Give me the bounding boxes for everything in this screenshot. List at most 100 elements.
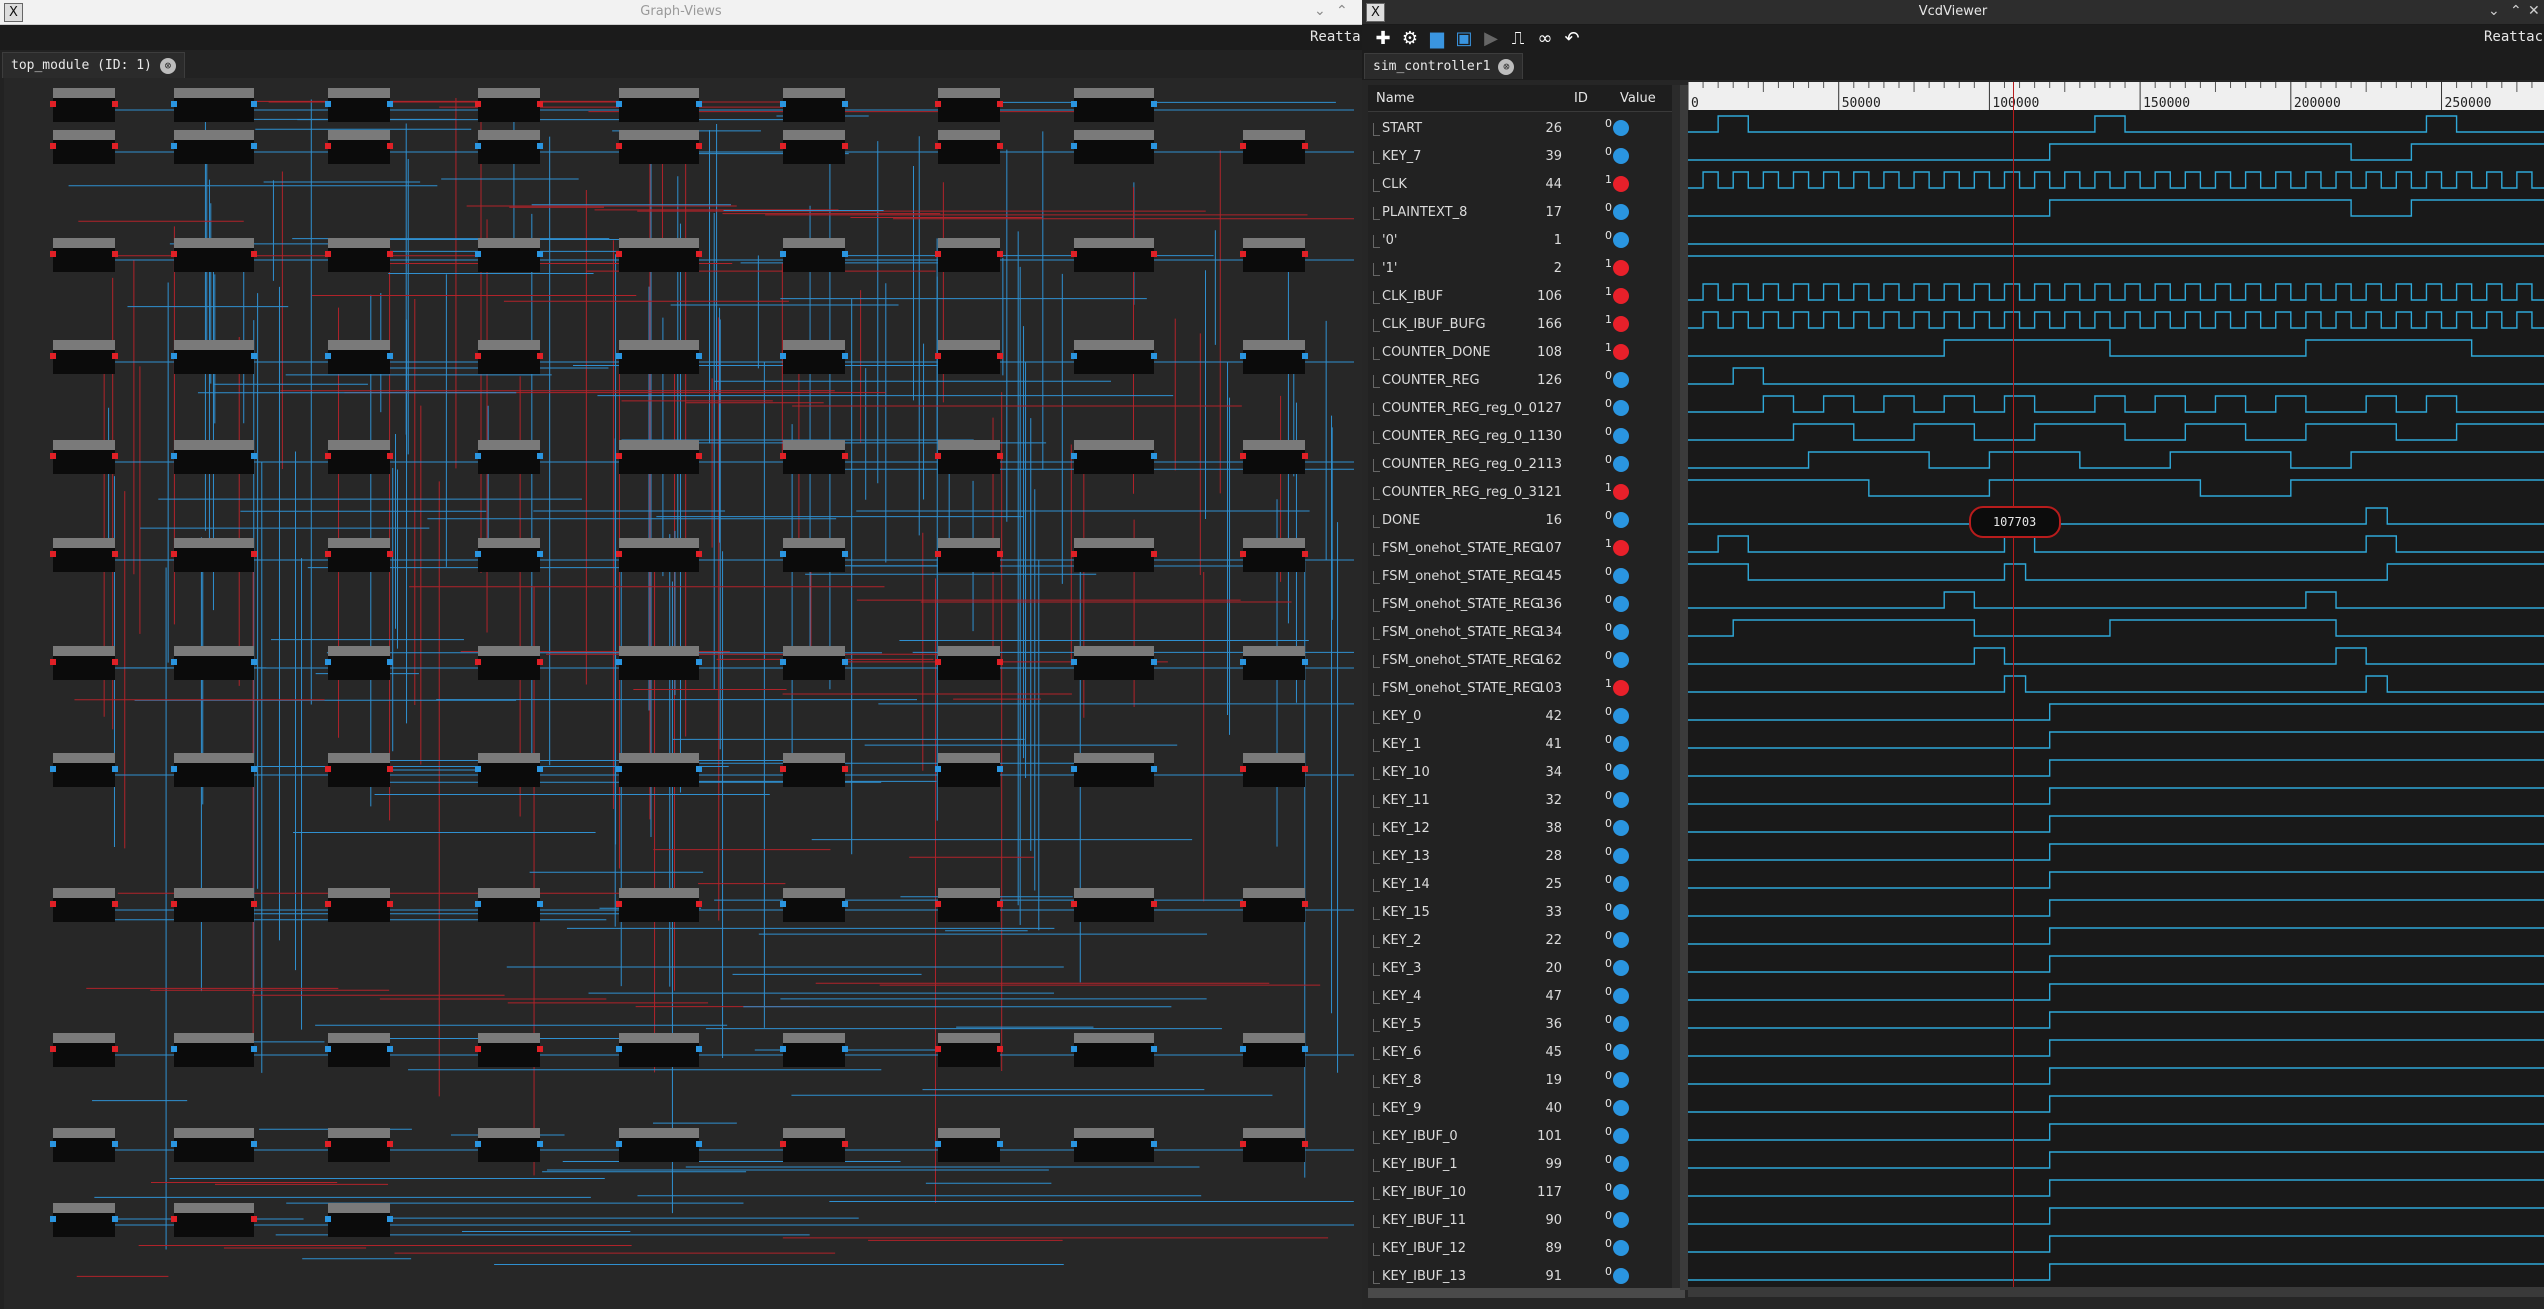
netlist-cell[interactable]	[171, 440, 257, 474]
output-pin[interactable]	[537, 251, 543, 257]
output-pin[interactable]	[842, 143, 848, 149]
signal-row[interactable]: COUNTER_REG_reg_0_2 113 0	[1368, 451, 1685, 479]
input-pin[interactable]	[325, 353, 331, 359]
output-pin[interactable]	[387, 766, 393, 772]
signal-row[interactable]: '1' 2 1	[1368, 255, 1685, 283]
input-pin[interactable]	[475, 453, 481, 459]
input-pin[interactable]	[780, 1141, 786, 1147]
input-pin[interactable]	[616, 101, 622, 107]
output-pin[interactable]	[696, 143, 702, 149]
output-pin[interactable]	[1151, 766, 1157, 772]
signal-row[interactable]: KEY_0 42 0	[1368, 703, 1685, 731]
input-pin[interactable]	[935, 143, 941, 149]
input-pin[interactable]	[50, 766, 56, 772]
netlist-cell[interactable]	[616, 538, 702, 572]
netlist-cell[interactable]	[1071, 88, 1157, 122]
signal-row[interactable]: KEY_IBUF_12 89 0	[1368, 1235, 1685, 1263]
input-pin[interactable]	[780, 766, 786, 772]
tab-close-icon[interactable]: ⊗	[1498, 58, 1515, 75]
netlist-cell[interactable]	[616, 1033, 702, 1067]
input-pin[interactable]	[325, 1141, 331, 1147]
netlist-cell[interactable]	[1240, 340, 1308, 374]
input-pin[interactable]	[50, 101, 56, 107]
signal-row[interactable]: COUNTER_REG 126 0	[1368, 367, 1685, 395]
input-pin[interactable]	[50, 1141, 56, 1147]
netlist-cell[interactable]	[935, 1033, 1003, 1067]
input-pin[interactable]	[50, 143, 56, 149]
output-pin[interactable]	[1302, 901, 1308, 907]
signal-row[interactable]: KEY_6 45 0	[1368, 1039, 1685, 1067]
input-pin[interactable]	[616, 766, 622, 772]
input-pin[interactable]	[1071, 551, 1077, 557]
netlist-cell[interactable]	[325, 646, 393, 680]
signal-row[interactable]: PLAINTEXT_8 17 0	[1368, 199, 1685, 227]
input-pin[interactable]	[780, 901, 786, 907]
netlist-cell[interactable]	[935, 1128, 1003, 1162]
signal-row[interactable]: KEY_3 20 0	[1368, 955, 1685, 983]
netlist-cell[interactable]	[1240, 440, 1308, 474]
input-pin[interactable]	[50, 251, 56, 257]
netlist-cell[interactable]	[1240, 130, 1308, 164]
output-pin[interactable]	[387, 251, 393, 257]
input-pin[interactable]	[1240, 251, 1246, 257]
netlist-cell[interactable]	[1240, 646, 1308, 680]
output-pin[interactable]	[387, 901, 393, 907]
input-pin[interactable]	[325, 901, 331, 907]
input-pin[interactable]	[475, 766, 481, 772]
output-pin[interactable]	[842, 551, 848, 557]
signal-row[interactable]: KEY_1 41 0	[1368, 731, 1685, 759]
netlist-cell[interactable]	[780, 646, 848, 680]
output-pin[interactable]	[537, 143, 543, 149]
netlist-cell[interactable]	[475, 888, 543, 922]
signal-row[interactable]: KEY_7 39 0	[1368, 143, 1685, 171]
signal-row[interactable]: DONE 16 0	[1368, 507, 1685, 535]
netlist-cell[interactable]	[1071, 538, 1157, 572]
minimize-icon[interactable]: ⌄	[1314, 3, 1326, 19]
signal-row[interactable]: KEY_14 25 0	[1368, 871, 1685, 899]
netlist-cell[interactable]	[1240, 1033, 1308, 1067]
output-pin[interactable]	[696, 353, 702, 359]
netlist-cell[interactable]	[475, 340, 543, 374]
netlist-cell[interactable]	[1071, 1033, 1157, 1067]
link-icon[interactable]: ∞	[1534, 28, 1556, 50]
input-pin[interactable]	[1240, 1046, 1246, 1052]
netlist-cell[interactable]	[616, 888, 702, 922]
input-pin[interactable]	[325, 1046, 331, 1052]
input-pin[interactable]	[935, 766, 941, 772]
netlist-cell[interactable]	[935, 888, 1003, 922]
input-pin[interactable]	[935, 1046, 941, 1052]
input-pin[interactable]	[475, 901, 481, 907]
netlist-cell[interactable]	[171, 1033, 257, 1067]
edge-icon[interactable]: ⎍	[1507, 28, 1529, 50]
output-pin[interactable]	[251, 453, 257, 459]
output-pin[interactable]	[251, 1046, 257, 1052]
output-pin[interactable]	[387, 353, 393, 359]
netlist-cell[interactable]	[325, 340, 393, 374]
output-pin[interactable]	[251, 659, 257, 665]
netlist-cell[interactable]	[50, 888, 118, 922]
input-pin[interactable]	[780, 353, 786, 359]
output-pin[interactable]	[537, 659, 543, 665]
input-pin[interactable]	[616, 551, 622, 557]
settings-icon[interactable]: ⚙	[1399, 28, 1421, 50]
output-pin[interactable]	[112, 251, 118, 257]
netlist-cell[interactable]	[50, 88, 118, 122]
output-pin[interactable]	[997, 453, 1003, 459]
input-pin[interactable]	[1240, 551, 1246, 557]
input-pin[interactable]	[475, 659, 481, 665]
output-pin[interactable]	[537, 101, 543, 107]
input-pin[interactable]	[1071, 101, 1077, 107]
netlist-cell[interactable]	[935, 646, 1003, 680]
netlist-cell[interactable]	[616, 753, 702, 787]
input-pin[interactable]	[616, 1046, 622, 1052]
netlist-cell[interactable]	[171, 888, 257, 922]
output-pin[interactable]	[537, 766, 543, 772]
netlist-cell[interactable]	[935, 130, 1003, 164]
netlist-cell[interactable]	[935, 340, 1003, 374]
netlist-cell[interactable]	[475, 1033, 543, 1067]
netlist-cell[interactable]	[325, 1203, 393, 1237]
signal-row[interactable]: KEY_IBUF_1 99 0	[1368, 1151, 1685, 1179]
input-pin[interactable]	[1240, 143, 1246, 149]
signal-row[interactable]: CLK_IBUF_BUFG 166 1	[1368, 311, 1685, 339]
netlist-cell[interactable]	[171, 753, 257, 787]
